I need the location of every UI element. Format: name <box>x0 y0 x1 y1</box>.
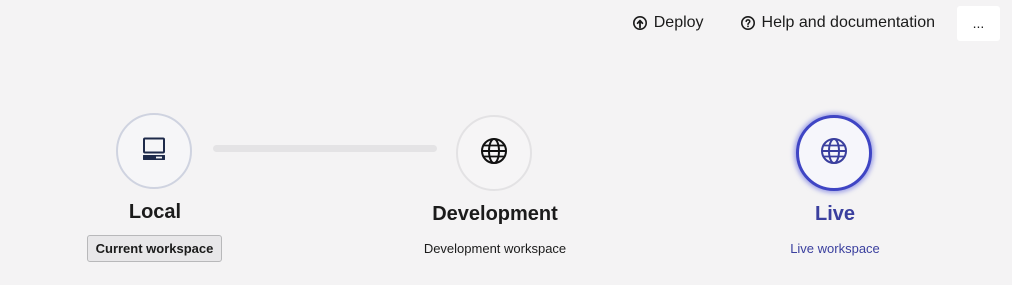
deploy-button[interactable]: Deploy <box>622 6 714 40</box>
workspace-subtitle-development: Development workspace <box>423 241 567 256</box>
workspace-node-development[interactable] <box>456 115 532 191</box>
globe-icon <box>480 137 508 170</box>
workspace-node-live[interactable] <box>796 115 872 191</box>
deploy-label: Deploy <box>653 14 704 31</box>
workspace-title-live: Live <box>814 203 856 225</box>
help-icon <box>740 15 756 31</box>
help-label: Help and documentation <box>761 14 935 31</box>
current-workspace-badge: Current workspace <box>87 235 222 262</box>
workspace-subtitle-live: Live workspace <box>790 241 880 256</box>
help-documentation-button[interactable]: Help and documentation <box>730 6 945 40</box>
computer-icon <box>141 136 167 167</box>
top-toolbar: Deploy Help and documentation ... <box>622 5 1000 41</box>
workspace-node-local[interactable] <box>116 113 192 189</box>
globe-icon <box>820 137 848 170</box>
workspace-title-development: Development <box>432 203 558 225</box>
workspace-connector <box>213 145 437 152</box>
deploy-icon <box>632 15 648 31</box>
workspace-title-local: Local <box>128 201 182 223</box>
more-options-button[interactable]: ... <box>957 5 1000 41</box>
